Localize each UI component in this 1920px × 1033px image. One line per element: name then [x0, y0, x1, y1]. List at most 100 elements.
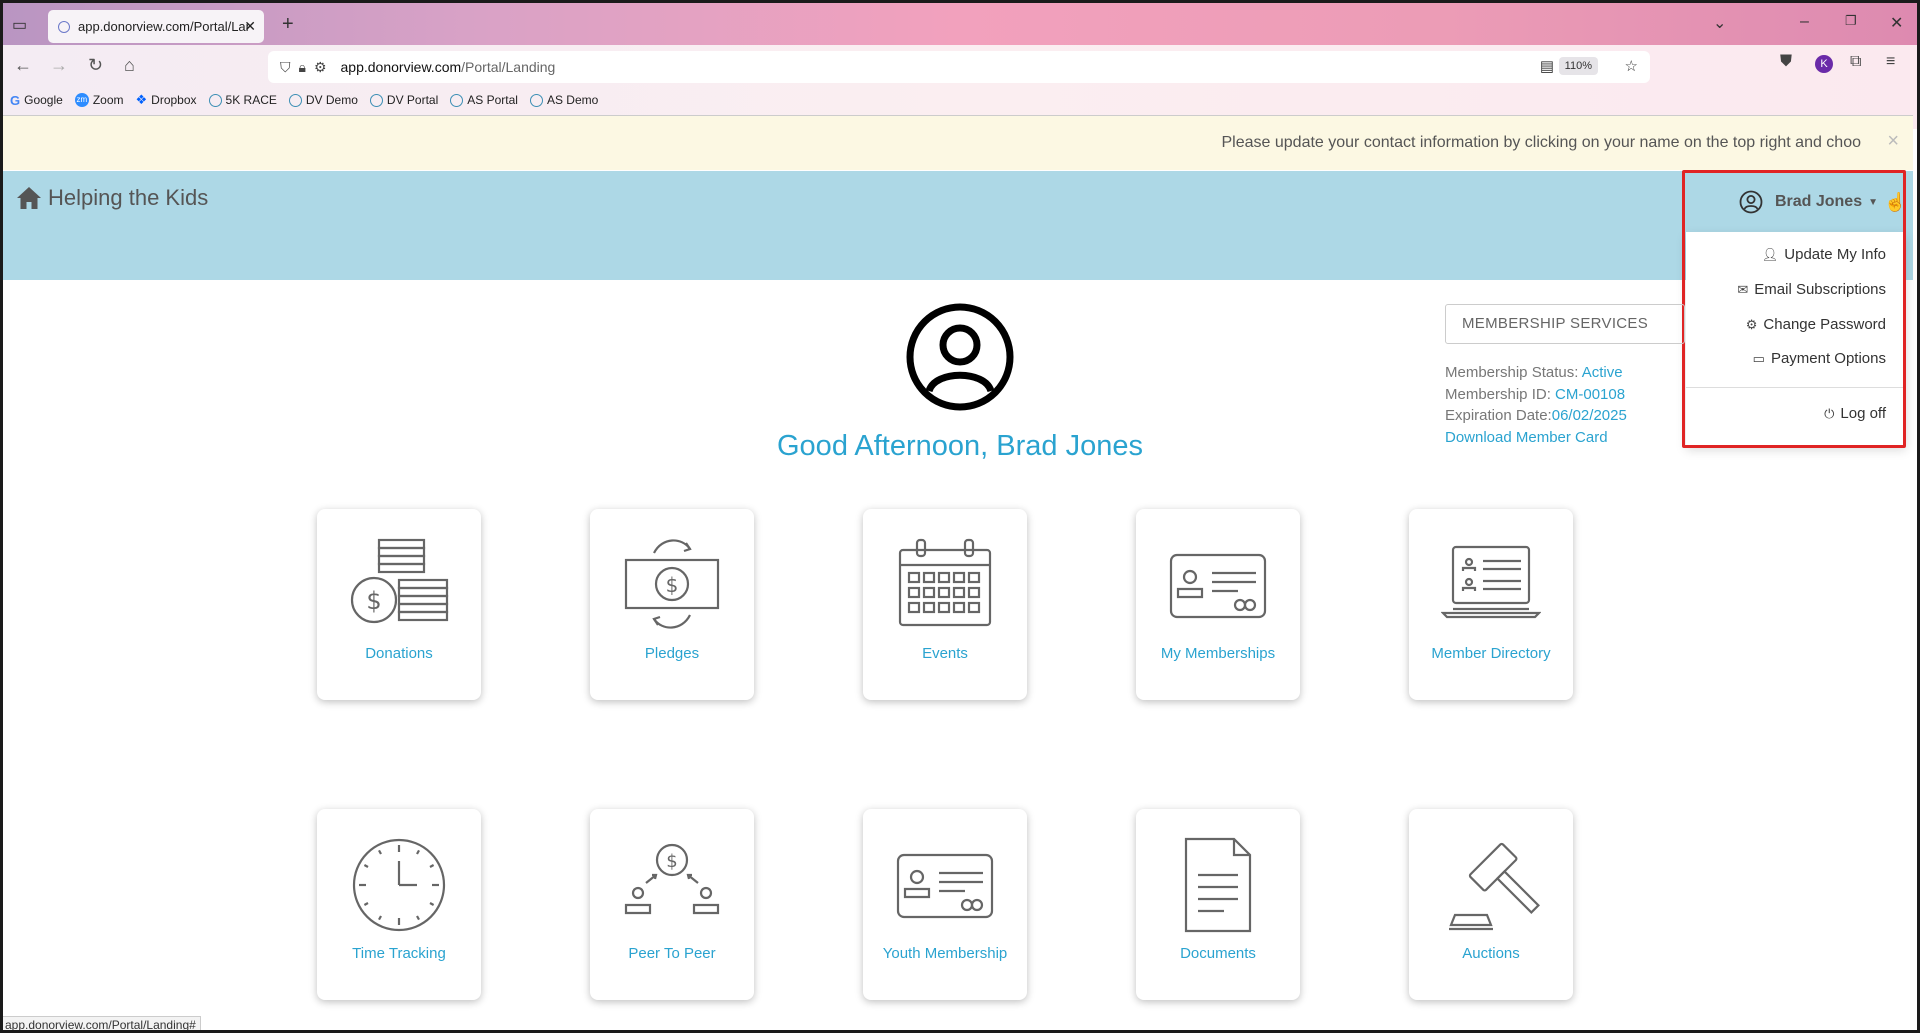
member-card-icon [896, 853, 994, 919]
tile-peer-to-peer[interactable]: $ Peer To Peer [590, 809, 754, 1000]
forward-icon[interactable]: → [50, 55, 68, 76]
home-icon[interactable]: ⌂ [124, 55, 135, 76]
document-icon [1184, 837, 1252, 933]
tile-label: Peer To Peer [628, 945, 716, 962]
globe-icon [529, 93, 543, 107]
menu-item-label: Log off [1840, 405, 1886, 422]
email-subscriptions-item[interactable]: ✉ Email Subscriptions [1737, 281, 1886, 298]
reload-icon[interactable]: ↻ [88, 55, 103, 76]
bookmark-google[interactable]: G Google [10, 93, 63, 108]
tile-member-directory[interactable]: Member Directory [1409, 509, 1573, 700]
svg-text:$: $ [666, 851, 677, 872]
globe-icon [450, 93, 464, 107]
tile-my-memberships[interactable]: My Memberships [1136, 509, 1300, 700]
tile-donations[interactable]: $ Donations [317, 509, 481, 700]
bookmark-dv-portal[interactable]: DV Portal [369, 93, 439, 107]
tile-label: My Memberships [1160, 645, 1276, 662]
globe-icon [369, 93, 383, 107]
dropbox-icon: ❖ [135, 92, 148, 107]
address-bar[interactable]: ⛉ 🔒︎ ⚙ app.donorview.com/Portal/Landing … [268, 51, 1650, 83]
expiration-row: Expiration Date:06/02/2025 [1445, 405, 1627, 427]
money-cycle-icon: $ [624, 539, 720, 629]
user-icon: 👤︎ [1761, 246, 1779, 262]
close-tab-icon[interactable]: ✕ [244, 18, 256, 35]
calendar-icon [898, 538, 992, 627]
svg-text:$: $ [366, 587, 381, 615]
membership-id-row: Membership ID: CM-00108 [1445, 384, 1627, 406]
tile-label: Member Directory [1431, 645, 1551, 662]
clock-icon [352, 838, 446, 932]
restore-icon[interactable]: ❐ [1845, 13, 1857, 29]
id-value: CM-00108 [1555, 385, 1626, 403]
menu-item-label: Email Subscriptions [1754, 281, 1886, 298]
download-member-card-link[interactable]: Download Member Card [1445, 427, 1627, 449]
expiration-label: Expiration Date: [1445, 407, 1552, 424]
url-domain: app.donorview.com [340, 59, 462, 75]
menu-item-label: Change Password [1763, 316, 1886, 333]
log-off-item[interactable]: ⏻ Log off [1824, 405, 1886, 422]
tile-time-tracking[interactable]: Time Tracking [317, 809, 481, 1000]
membership-services-select[interactable]: MEMBERSHIP SERVICES [1445, 304, 1685, 344]
bookmark-label: DV Portal [386, 93, 439, 107]
reader-view-icon[interactable]: ▤ [1540, 57, 1554, 75]
minimize-icon[interactable]: – [1800, 13, 1809, 31]
user-menu-toggle[interactable]: Brad Jones ▼ [1682, 172, 1906, 232]
change-password-item[interactable]: ⚙ Change Password [1746, 316, 1886, 333]
gear-icon: ⚙ [1745, 316, 1758, 332]
tile-label: Time Tracking [352, 945, 446, 962]
tab-overview-icon[interactable]: ▭ [12, 15, 27, 35]
link-status-bar: app.donorview.com/Portal/Landing# [0, 1016, 201, 1033]
home-icon [17, 187, 41, 209]
tile-label: Donations [365, 645, 433, 662]
user-dropdown-menu: 👤︎ Update My Info ✉ Email Subscriptions ⚙ C… [1686, 232, 1906, 446]
payment-options-item[interactable]: ▭ Payment Options [1753, 350, 1886, 367]
org-home-link[interactable]: Helping the Kids [16, 185, 208, 211]
menu-divider [1686, 387, 1906, 388]
membership-info: Membership Status: Active Membership ID:… [1445, 362, 1627, 448]
bookmark-star-icon[interactable]: ☆ [1625, 57, 1638, 75]
extensions-icon[interactable]: ⧉ [1850, 53, 1861, 71]
shield-icon[interactable]: ⛉ [280, 59, 291, 76]
pocket-icon[interactable]: ⛊ [1780, 53, 1792, 71]
bookmark-label: Dropbox [151, 93, 197, 107]
expiration-value: 06/02/2025 [1551, 407, 1627, 424]
update-my-info-item[interactable]: 👤︎ Update My Info [1762, 246, 1886, 263]
url-path: /Portal/Landing [461, 59, 556, 75]
bookmark-label: AS Portal [467, 93, 518, 107]
gavel-icon [1449, 842, 1540, 931]
permissions-icon[interactable]: ⚙ [314, 59, 327, 76]
tile-youth-membership[interactable]: Youth Membership [863, 809, 1027, 1000]
tile-label: Youth Membership [882, 945, 1008, 962]
close-window-icon[interactable]: ✕ [1890, 13, 1903, 33]
menu-item-label: Update My Info [1784, 246, 1886, 263]
profile-avatar[interactable]: K [1815, 55, 1833, 73]
tile-pledges[interactable]: $ Pledges [590, 509, 754, 700]
new-tab-icon[interactable]: + [282, 13, 294, 36]
tile-label: Auctions [1462, 945, 1520, 962]
profile-avatar-icon [906, 303, 1014, 411]
tile-auctions[interactable]: Auctions [1409, 809, 1573, 1000]
zoom-level[interactable]: 110% [1558, 57, 1598, 75]
browser-tab[interactable]: app.donorview.com/Portal/Landi ✕ [48, 10, 264, 43]
status-label: Membership Status: [1445, 364, 1579, 381]
close-icon[interactable]: × [1887, 130, 1899, 153]
google-icon: G [10, 92, 21, 108]
bookmark-as-demo[interactable]: AS Demo [529, 93, 598, 107]
bookmark-5k-race[interactable]: 5K RACE [208, 93, 277, 107]
back-icon[interactable]: ← [14, 55, 32, 76]
user-name: Brad Jones [1774, 193, 1863, 210]
tile-events[interactable]: Events [863, 509, 1027, 700]
laptop-directory-icon [1441, 545, 1541, 619]
bookmark-zoom[interactable]: zm Zoom [74, 93, 124, 107]
tab-title: app.donorview.com/Portal/Landi [78, 19, 248, 34]
url-text: app.donorview.com/Portal/Landing [341, 59, 556, 75]
tile-documents[interactable]: Documents [1136, 809, 1300, 1000]
contact-update-notice: Please update your contact information b… [3, 115, 1913, 170]
bookmark-dv-demo[interactable]: DV Demo [288, 93, 358, 107]
bookmark-dropbox[interactable]: ❖ Dropbox [136, 92, 197, 108]
lock-icon[interactable]: 🔒︎ [299, 59, 306, 76]
user-circle-icon [1739, 190, 1763, 214]
tab-list-chevron-icon[interactable]: ⌄ [1713, 13, 1726, 33]
menu-icon[interactable]: ≡ [1886, 53, 1895, 71]
bookmark-as-portal[interactable]: AS Portal [450, 93, 518, 107]
